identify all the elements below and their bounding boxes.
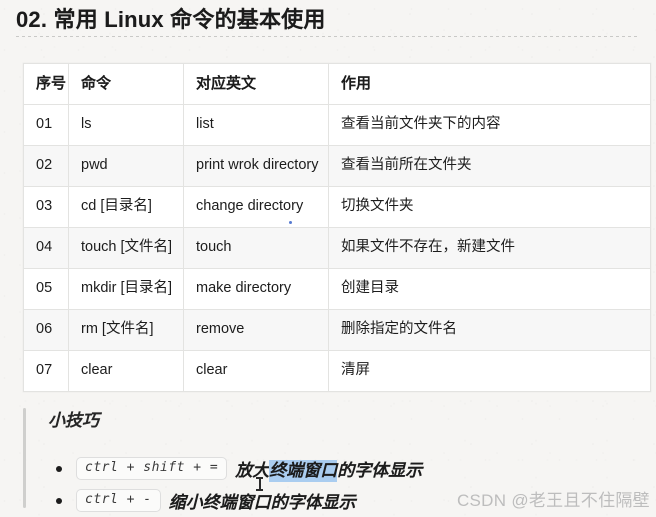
bullet-icon: [56, 465, 62, 472]
cell-usage: 查看当前文件夹下的内容: [328, 104, 651, 146]
table-row: 03 cd [目录名] change directory 切换文件夹: [23, 186, 651, 228]
tips-heading: 小技巧: [48, 411, 99, 430]
blockquote-bar: [23, 408, 26, 508]
bullet-icon: [56, 497, 62, 504]
column-header-english: 对应英文: [183, 63, 329, 105]
table-row: 06 rm [文件名] remove 删除指定的文件名: [23, 309, 651, 351]
list-item: ctrl + shift + = 放大终端窗口的字体显示: [56, 456, 423, 482]
cell-usage: 切换文件夹: [328, 186, 651, 228]
cell-usage: 删除指定的文件名: [328, 309, 651, 351]
cell-command: touch [文件名]: [68, 227, 184, 269]
cell-no: 05: [23, 268, 69, 310]
cell-english: make directory: [183, 268, 329, 310]
table-row: 04 touch [文件名] touch 如果文件不存在，新建文件: [23, 227, 651, 269]
cell-english: list: [183, 104, 329, 146]
cell-no: 04: [23, 227, 69, 269]
table-header-row: 序号 命令 对应英文 作用: [23, 63, 651, 105]
cell-usage: 查看当前所在文件夹: [328, 145, 651, 187]
page-title: 02. 常用 Linux 命令的基本使用: [16, 7, 326, 32]
column-header-no: 序号: [23, 63, 69, 105]
cell-no: 03: [23, 186, 69, 228]
cell-command: ls: [68, 104, 184, 146]
keyboard-shortcut-zoom-out: ctrl + -: [76, 488, 161, 513]
table-row: 07 clear clear 清屏: [23, 350, 651, 392]
cell-english: touch: [183, 227, 329, 269]
cell-command: rm [文件名]: [68, 309, 184, 351]
cell-usage: 如果文件不存在，新建文件: [328, 227, 651, 269]
csdn-watermark: CSDN @老王且不住隔壁: [456, 491, 650, 510]
tip-text-before: 放大: [235, 461, 270, 480]
table-row: 05 mkdir [目录名] make directory 创建目录: [23, 268, 651, 310]
selected-text: 终端窗口: [269, 460, 338, 482]
tip-description: 缩小终端窗口的字体显示: [168, 493, 356, 512]
cell-no: 07: [23, 350, 69, 392]
cell-english: clear: [183, 350, 329, 392]
tip-text-after: 的字体显示: [337, 461, 423, 480]
render-artifact-dot: [289, 221, 292, 224]
column-header-usage: 作用: [328, 63, 651, 105]
cell-command: clear: [68, 350, 184, 392]
cell-command: pwd: [68, 145, 184, 187]
cell-no: 06: [23, 309, 69, 351]
cell-usage: 创建目录: [328, 268, 651, 310]
keyboard-shortcut-zoom-in: ctrl + shift + =: [76, 456, 228, 481]
column-header-command: 命令: [68, 63, 184, 105]
table-row: 02 pwd print wrok directory 查看当前所在文件夹: [23, 145, 651, 187]
linux-commands-table: 序号 命令 对应英文 作用 01 ls list 查看当前文件夹下的内容 02 …: [23, 63, 651, 392]
list-item: ctrl + - 缩小终端窗口的字体显示: [56, 488, 356, 513]
tip-description: 放大终端窗口的字体显示: [235, 456, 423, 482]
cell-english: remove: [183, 309, 329, 351]
title-divider: [16, 36, 640, 37]
table-row: 01 ls list 查看当前文件夹下的内容: [23, 104, 651, 146]
cell-usage: 清屏: [328, 350, 651, 392]
cell-command: mkdir [目录名]: [68, 268, 184, 310]
cell-no: 01: [23, 104, 69, 146]
cell-english: print wrok directory: [183, 145, 329, 187]
cell-english: change directory: [183, 186, 329, 228]
cell-command: cd [目录名]: [68, 186, 184, 228]
cell-no: 02: [23, 145, 69, 187]
